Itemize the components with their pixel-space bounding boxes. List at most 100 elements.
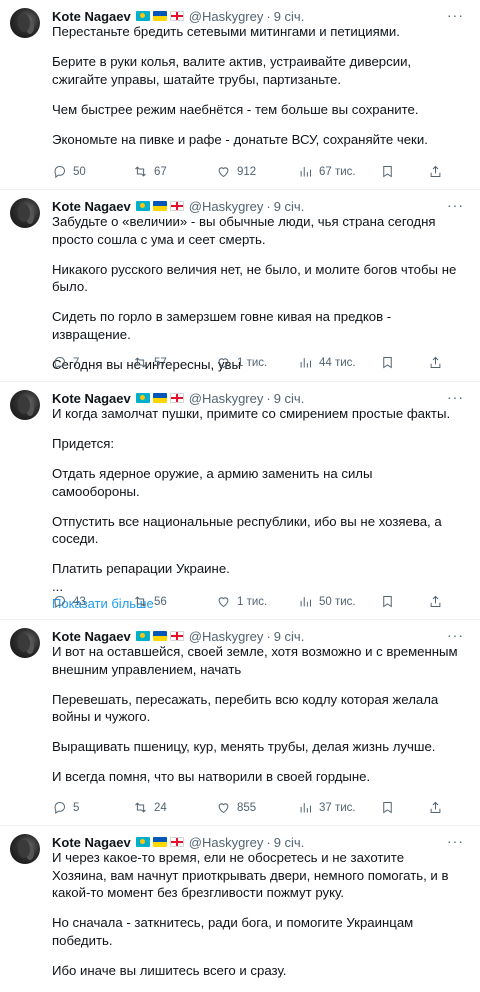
kazakhstan-flag-icon [135,11,150,21]
tweet-paragraph: И через какое-то время, ели не обосретес… [52,850,449,900]
tweet[interactable]: Kote Nagaev @Haskygrey · 9 січ. ··· И ко… [0,382,480,620]
more-options-icon[interactable]: ··· [447,389,464,405]
share-button[interactable] [428,355,449,370]
tweet-paragraph: Экономьте на пивке и рафе - донатьте ВСУ… [52,131,428,147]
timestamp[interactable]: 9 січ. [274,199,305,214]
author-name[interactable]: Kote Nagaev [52,199,131,214]
author-handle[interactable]: @Haskygrey [189,391,264,406]
like-count: 1 тис. [237,356,268,369]
avatar[interactable] [10,834,40,864]
views-chart-icon [300,803,311,813]
timestamp[interactable]: 9 січ. [274,629,305,644]
retweet-count: 56 [154,595,167,608]
avatar[interactable] [10,8,40,38]
separator-dot: · [266,198,271,214]
separator-dot: · [266,8,271,24]
timestamp[interactable]: 9 січ. [274,835,305,850]
views-button[interactable]: 44 тис. [298,355,356,370]
reply-count: 50 [73,165,86,178]
like-button[interactable]: 1 тис. [216,355,267,370]
author-handle[interactable]: @Haskygrey [189,9,264,24]
tweet-actions: 7 57 1 тис. 44 тис. [52,355,462,373]
share-button[interactable] [428,800,449,815]
avatar[interactable] [10,390,40,420]
ukraine-flag-icon [152,393,167,403]
like-count: 855 [237,801,257,814]
avatar[interactable] [10,198,40,228]
author-name[interactable]: Kote Nagaev [52,629,131,644]
avatar[interactable] [10,628,40,658]
tweet-paragraph: Берите в руки колья, валите актив, устра… [52,54,412,87]
heart-icon [218,597,229,608]
tweet-paragraph: Чем быстрее режим наебнётся - тем больше… [52,101,419,117]
bookmark-button[interactable] [380,355,401,370]
share-button[interactable] [428,164,449,179]
bookmark-icon [383,596,392,608]
tweet[interactable]: Kote Nagaev @Haskygrey · 9 січ. ··· И че… [0,826,480,978]
georgia-flag-icon [169,631,184,641]
bookmark-button[interactable] [380,800,401,815]
ukraine-flag-icon [152,201,167,211]
timestamp[interactable]: 9 січ. [274,391,305,406]
kazakhstan-flag-icon [135,631,150,641]
more-options-icon[interactable]: ··· [447,7,464,23]
like-button[interactable]: 855 [216,800,256,815]
reply-icon [54,166,65,179]
author-name[interactable]: Kote Nagaev [52,835,131,850]
views-chart-icon [300,167,311,177]
ukraine-flag-icon [152,631,167,641]
author-handle[interactable]: @Haskygrey [189,835,264,850]
bookmark-button[interactable] [380,594,401,609]
reply-icon [54,596,65,609]
share-icon [430,165,441,177]
tweet[interactable]: Kote Nagaev @Haskygrey · 9 січ. ··· И во… [0,620,480,826]
reply-button[interactable]: 7 [52,355,79,370]
reply-button[interactable]: 43 [52,594,86,609]
tweet-paragraph: Платить репарации Украине. ... [52,561,230,594]
tweet-actions: 50 67 912 67 тис. [52,164,462,182]
tweet-actions: 43 56 1 тис. 50 тис. [52,594,462,612]
like-button[interactable]: 912 [216,164,256,179]
more-options-icon[interactable]: ··· [447,627,464,643]
views-chart-icon [300,597,311,607]
tweet-paragraph: Сидеть по горло в замерзшем говне кивая … [52,309,392,342]
reply-button[interactable]: 50 [52,164,86,179]
tweet-paragraph: И всегда помня, что вы натворили в своей… [52,769,371,784]
view-count: 37 тис. [319,801,356,814]
bookmark-icon [383,357,392,369]
views-button[interactable]: 50 тис. [298,594,356,609]
reply-icon [54,802,65,815]
retweet-button[interactable]: 56 [133,594,167,609]
author-handle[interactable]: @Haskygrey [189,199,264,214]
tweet-text: И через какое-то время, ели не обосретес… [52,849,462,992]
more-options-icon[interactable]: ··· [447,197,464,213]
share-button[interactable] [428,594,449,609]
retweet-icon [135,166,146,177]
share-icon [430,801,441,813]
reply-button[interactable]: 5 [52,800,79,815]
author-handle[interactable]: @Haskygrey [189,629,264,644]
heart-icon [218,803,229,814]
tweet[interactable]: Kote Nagaev @Haskygrey · 9 січ. ··· Пере… [0,0,480,190]
view-count: 50 тис. [319,595,356,608]
tweet[interactable]: Kote Nagaev @Haskygrey · 9 січ. ··· Забу… [0,190,480,382]
tweet-paragraph: И вот на оставшейся, своей земле, хотя в… [52,644,458,677]
like-button[interactable]: 1 тис. [216,594,267,609]
retweet-count: 57 [154,356,167,369]
retweet-icon [135,357,146,368]
tweet-paragraph: Ибо иначе вы лишитесь всего и сразу. [52,962,287,978]
tweet-actions: 5 24 855 37 тис. [52,800,462,818]
views-button[interactable]: 37 тис. [298,800,356,815]
retweet-button[interactable]: 57 [133,355,167,370]
retweet-button[interactable]: 24 [133,800,167,815]
author-name[interactable]: Kote Nagaev [52,391,131,406]
retweet-button[interactable]: 67 [133,164,167,179]
bookmark-icon [383,802,392,814]
bookmark-button[interactable] [380,164,401,179]
timestamp[interactable]: 9 січ. [274,9,305,24]
share-icon [430,356,441,368]
tweet-paragraph: Забудьте о «величии» - вы обычные люди, … [52,214,436,247]
author-name[interactable]: Kote Nagaev [52,9,131,24]
more-options-icon[interactable]: ··· [447,833,464,849]
views-button[interactable]: 67 тис. [298,164,356,179]
